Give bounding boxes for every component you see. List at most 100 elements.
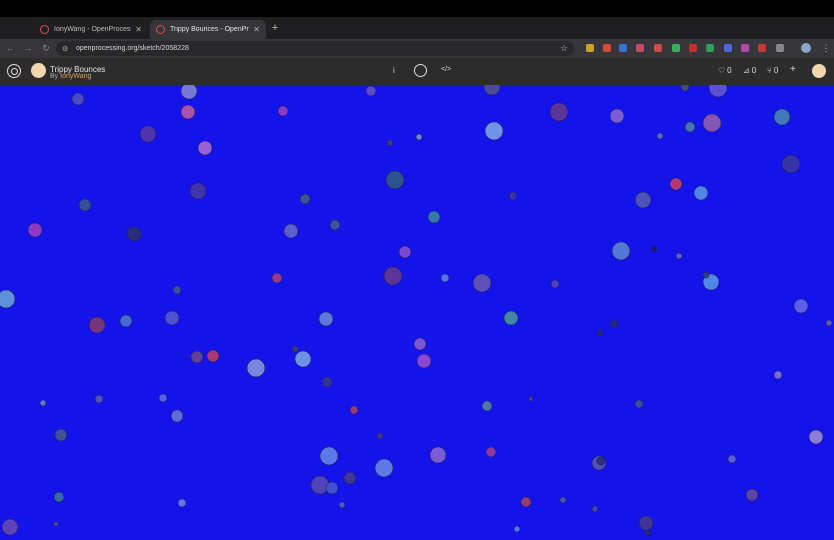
author-link[interactable]: IonyWang [60,73,91,80]
extension-icon[interactable] [654,44,662,52]
info-icon[interactable]: i [393,66,395,75]
bouncing-circle [773,370,783,380]
bouncing-circle [440,273,450,283]
extension-icon[interactable] [672,44,680,52]
extensions-puzzle-icon[interactable] [776,44,784,52]
bouncing-circle [508,191,518,201]
bouncing-circle [656,132,664,140]
bouncing-circle [638,515,654,531]
reload-icon[interactable]: ↻ [40,42,52,54]
bouncing-circle [158,393,168,403]
bouncing-circle [71,92,85,106]
tab-trippy-bounces[interactable]: Trippy Bounces - OpenProce ✕ [150,20,266,39]
extension-icon[interactable] [636,44,644,52]
bouncing-circle [349,405,359,415]
bouncing-circle [650,245,658,253]
bouncing-circle [680,85,690,92]
tab-strip: IonyWang - OpenProcessing ✕ Trippy Bounc… [0,17,834,39]
likes-button[interactable]: ♡ 0 [718,66,732,75]
extension-icon[interactable] [724,44,732,52]
forks-button[interactable]: ⑂ 0 [767,66,778,75]
bouncing-circle [415,133,423,141]
bouncing-circle [294,350,312,368]
bouncing-circle [520,496,532,508]
bouncing-circle [483,85,501,96]
bouncing-circle [310,475,330,495]
bouncing-circle [338,501,346,509]
browser-menu-icon[interactable]: ⋮ [820,42,832,54]
bouncing-circle [793,298,809,314]
extension-icon[interactable] [586,44,594,52]
bouncing-circle [180,104,196,120]
bouncing-circle [39,399,47,407]
bouncing-circle [427,210,441,224]
close-tab-icon[interactable]: ✕ [253,25,260,34]
bouncing-circle [277,105,289,117]
extension-icon[interactable] [706,44,714,52]
sketch-canvas[interactable] [0,85,834,540]
forward-icon[interactable]: → [22,42,34,54]
site-info-icon[interactable]: ⚙ [62,45,72,53]
fork-icon: ⑂ [767,66,772,75]
bouncing-circle [644,529,652,537]
bouncing-circle [550,279,560,289]
bouncing-circle [484,121,504,141]
bouncing-circle [675,252,683,260]
sketch-author-line: By IonyWang [50,73,91,80]
bouncing-circle [283,223,299,239]
address-bar[interactable]: ⚙ openprocessing.org/sketch/2058228 ☆ [56,41,574,56]
bouncing-circle [53,521,59,527]
likes-count: 0 [727,66,732,75]
tab-ionywang[interactable]: IonyWang - OpenProcessing ✕ [34,20,148,39]
bouncing-circle [318,311,334,327]
bouncing-circle [321,376,333,388]
browser-toolbar: ← → ↻ ⚙ openprocessing.org/sketch/205822… [0,39,834,58]
bouncing-circle [634,399,644,409]
bouncing-circle [119,314,133,328]
extension-icon[interactable] [758,44,766,52]
bouncing-circle [383,266,403,286]
bouncing-circle [94,394,104,404]
bouncing-circle [1,518,19,536]
close-tab-icon[interactable]: ✕ [135,25,142,34]
openprocessing-header: Trippy Bounces By IonyWang i </> ♡ 0 ⊿ 0 ⑂… [0,58,834,85]
bouncing-circle [808,429,824,445]
bouncing-circle [386,139,394,147]
bouncing-circle [745,488,759,502]
bouncing-circle [325,481,339,495]
openprocessing-logo-icon[interactable] [7,64,21,78]
bouncing-circle [299,193,311,205]
bouncing-circle [708,85,728,98]
bouncing-circles [0,85,833,537]
collections-button[interactable]: ⊿ 0 [743,66,756,75]
user-avatar[interactable] [812,64,826,78]
extension-icon[interactable] [619,44,627,52]
bouncing-circle [596,456,606,466]
extension-icon[interactable] [603,44,611,52]
collections-count: 0 [751,66,757,75]
bouncing-circle [164,310,180,326]
bookmark-star-icon[interactable]: ☆ [560,43,568,54]
bouncing-circle [385,170,405,190]
profile-avatar[interactable] [801,43,811,53]
collection-icon: ⊿ [743,66,750,75]
replay-icon[interactable] [414,64,427,77]
bouncing-circle [177,498,187,508]
back-icon[interactable]: ← [4,42,16,54]
bouncing-circle [197,140,213,156]
bouncing-circle [429,446,447,464]
bouncing-circle [398,245,412,259]
author-avatar[interactable] [31,63,46,78]
extension-icon[interactable] [689,44,697,52]
new-tab-button[interactable]: + [268,20,282,36]
add-button[interactable]: + [790,64,796,75]
code-icon[interactable]: </> [441,66,451,73]
extension-icon[interactable] [741,44,749,52]
heart-icon: ♡ [718,66,726,75]
bouncing-circle [343,471,357,485]
bouncing-circle [693,185,709,201]
bouncing-circle [596,329,604,337]
bouncing-circle [413,337,427,351]
openprocessing-favicon-icon [40,25,49,34]
bouncing-circle [180,85,198,100]
